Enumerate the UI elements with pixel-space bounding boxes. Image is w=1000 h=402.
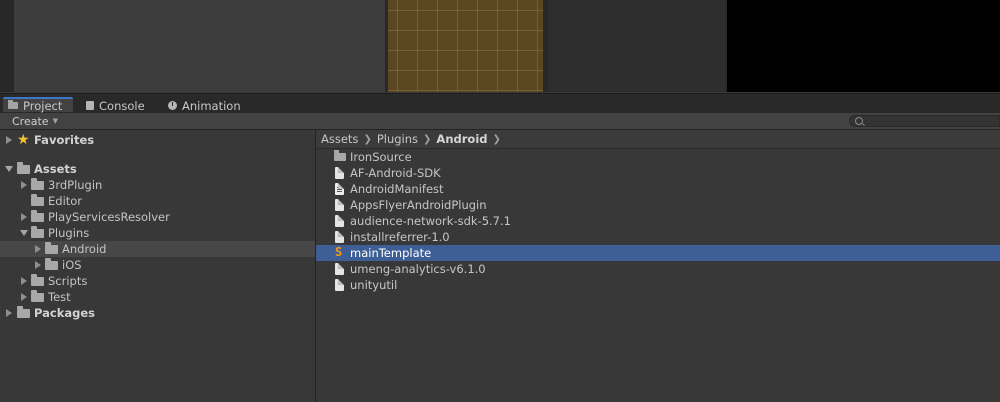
search-icon xyxy=(855,117,863,125)
hierarchy-view[interactable] xyxy=(14,0,385,92)
tree-label: Test xyxy=(48,290,71,304)
breadcrumb: Assets ❯ Plugins ❯ Android ❯ xyxy=(316,130,1000,149)
asset-label: IronSource xyxy=(350,150,412,164)
scene-grid-view[interactable] xyxy=(388,0,543,92)
tree-label: PlayServicesResolver xyxy=(48,210,170,224)
tree-item-android[interactable]: Android xyxy=(0,241,315,257)
console-icon xyxy=(86,101,94,110)
chevron-right-icon: ❯ xyxy=(363,133,372,145)
expand-arrow-icon[interactable] xyxy=(35,261,41,269)
asset-label: audience-network-sdk-5.7.1 xyxy=(350,214,511,228)
asset-item-af-android-sdk[interactable]: AF-Android-SDK xyxy=(316,165,1000,181)
tree-item-editor[interactable]: Editor xyxy=(0,193,315,209)
asset-label: mainTemplate xyxy=(350,246,432,260)
tree-label: iOS xyxy=(62,258,82,272)
tree-label: Android xyxy=(62,242,107,256)
expand-arrow-icon[interactable] xyxy=(21,181,27,189)
asset-label: umeng-analytics-v6.1.0 xyxy=(350,262,486,276)
asset-item-appsflyerandroidplugin[interactable]: AppsFlyerAndroidPlugin xyxy=(316,197,1000,213)
folder-icon xyxy=(334,150,346,161)
tree-label: Assets xyxy=(34,162,77,176)
file-icon xyxy=(335,215,344,227)
asset-item-unityutil[interactable]: unityutil xyxy=(316,277,1000,293)
project-toolbar: Create ▼ xyxy=(0,113,1000,130)
tab-label: Animation xyxy=(182,98,241,113)
inspector-view[interactable] xyxy=(548,0,725,92)
asset-item-umeng-analytics[interactable]: umeng-analytics-v6.1.0 xyxy=(316,261,1000,277)
file-icon xyxy=(335,167,344,179)
animation-icon xyxy=(168,101,177,110)
chevron-down-icon: ▼ xyxy=(52,117,58,125)
folder-icon xyxy=(8,100,18,109)
chevron-right-icon: ❯ xyxy=(423,133,432,145)
expand-arrow-icon[interactable] xyxy=(6,136,12,144)
asset-label: AF-Android-SDK xyxy=(350,166,441,180)
expand-arrow-icon[interactable] xyxy=(35,245,41,253)
tab-label: Project xyxy=(23,98,63,113)
asset-item-maintemplate[interactable]: S mainTemplate xyxy=(316,245,1000,261)
asset-item-androidmanifest[interactable]: AndroidManifest xyxy=(316,181,1000,197)
asset-item-installreferrer[interactable]: installreferrer-1.0 xyxy=(316,229,1000,245)
expand-arrow-icon[interactable] xyxy=(6,309,12,317)
tree-label: Packages xyxy=(34,306,95,320)
folder-icon xyxy=(17,162,30,174)
tree-item-test[interactable]: Test xyxy=(0,289,315,305)
breadcrumb-assets[interactable]: Assets xyxy=(321,132,358,146)
tree-item-3rdplugin[interactable]: 3rdPlugin xyxy=(0,177,315,193)
folder-icon xyxy=(31,226,44,238)
folder-icon xyxy=(45,242,58,254)
breadcrumb-plugins[interactable]: Plugins xyxy=(377,132,418,146)
game-view[interactable] xyxy=(727,0,1000,92)
expand-arrow-icon[interactable] xyxy=(21,293,27,301)
breadcrumb-android[interactable]: Android xyxy=(436,132,487,146)
folder-icon xyxy=(31,178,44,190)
tree-item-ios[interactable]: iOS xyxy=(0,257,315,273)
folder-icon xyxy=(17,306,30,318)
asset-label: installreferrer-1.0 xyxy=(350,230,450,244)
tab-label: Console xyxy=(99,98,145,113)
file-icon xyxy=(335,199,344,211)
expand-arrow-icon[interactable] xyxy=(21,213,27,221)
tree-label: Favorites xyxy=(34,133,95,147)
folder-icon xyxy=(31,274,44,286)
tree-item-playservicesresolver[interactable]: PlayServicesResolver xyxy=(0,209,315,225)
collapse-arrow-icon[interactable] xyxy=(5,166,13,172)
asset-item-ironsource[interactable]: IronSource xyxy=(316,149,1000,165)
folder-tree: ★ Favorites Assets 3rdPlugin Editor Play… xyxy=(0,130,315,402)
create-label: Create xyxy=(12,114,49,128)
file-icon xyxy=(335,231,344,243)
folder-icon xyxy=(45,258,58,270)
folder-icon xyxy=(31,290,44,302)
asset-label: AppsFlyerAndroidPlugin xyxy=(350,198,487,212)
chevron-right-icon[interactable]: ❯ xyxy=(493,134,501,145)
tree-label: Editor xyxy=(48,194,83,208)
search-input[interactable] xyxy=(849,115,1000,127)
manifest-icon xyxy=(335,183,344,195)
tree-label: Scripts xyxy=(48,274,88,288)
expand-arrow-icon[interactable] xyxy=(21,277,27,285)
asset-label: AndroidManifest xyxy=(350,182,444,196)
tree-item-plugins[interactable]: Plugins xyxy=(0,225,315,241)
tree-label: 3rdPlugin xyxy=(48,178,103,192)
asset-label: unityutil xyxy=(350,278,398,292)
tab-animation[interactable]: Animation xyxy=(168,97,258,114)
tree-label: Plugins xyxy=(48,226,90,240)
file-icon xyxy=(335,279,344,291)
star-icon: ★ xyxy=(17,132,30,148)
tree-item-packages[interactable]: Packages xyxy=(0,305,315,321)
collapse-arrow-icon[interactable] xyxy=(20,230,28,236)
tab-project[interactable]: Project xyxy=(3,97,73,113)
tab-bar: Project Console Animation xyxy=(0,93,1000,114)
folder-icon xyxy=(31,194,44,206)
file-icon xyxy=(335,263,344,275)
create-button[interactable]: Create ▼ xyxy=(6,114,64,128)
sublime-icon: S xyxy=(335,245,343,259)
tab-console[interactable]: Console xyxy=(86,97,156,114)
asset-item-audience-network-sdk[interactable]: audience-network-sdk-5.7.1 xyxy=(316,213,1000,229)
tree-item-favorites[interactable]: ★ Favorites xyxy=(0,132,315,148)
tree-item-assets[interactable]: Assets xyxy=(0,161,315,177)
tree-item-scripts[interactable]: Scripts xyxy=(0,273,315,289)
folder-icon xyxy=(31,210,44,222)
